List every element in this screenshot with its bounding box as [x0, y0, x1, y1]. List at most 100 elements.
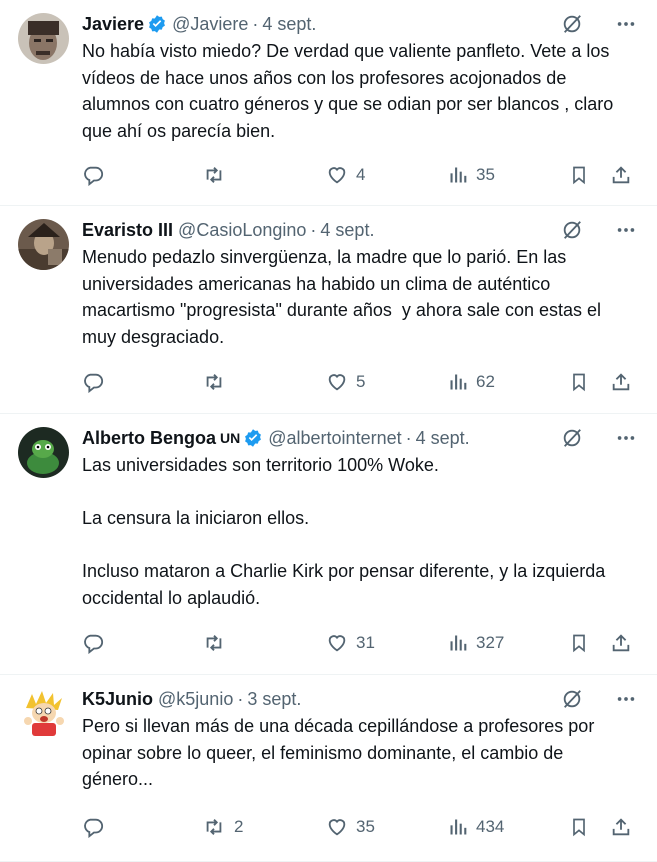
like-button[interactable]: 31: [326, 632, 375, 654]
more-icon[interactable]: [615, 427, 637, 454]
bookmark-icon: [573, 166, 585, 185]
avatar[interactable]: [18, 427, 69, 478]
action-bar: 5 62: [82, 368, 637, 396]
separator-dot: ·: [405, 427, 412, 448]
separator-dot: ·: [252, 13, 259, 34]
bookmark-icon: [573, 634, 585, 653]
reply-icon: [84, 373, 104, 393]
reply-button[interactable]: [82, 164, 112, 186]
user-handle[interactable]: @CasioLongino: [178, 220, 306, 241]
grok-icon[interactable]: [561, 427, 583, 454]
like-count: 35: [356, 817, 375, 836]
like-icon: [328, 167, 346, 184]
bookmark-icon: [573, 373, 585, 392]
grok-icon[interactable]: [561, 688, 583, 715]
display-name[interactable]: Evaristo III: [82, 220, 173, 241]
repost-icon: [206, 819, 222, 835]
more-icon[interactable]: [615, 13, 637, 40]
repost-button[interactable]: [202, 164, 234, 186]
share-icon: [612, 166, 630, 184]
like-icon: [328, 374, 346, 391]
views-count: 62: [476, 372, 495, 391]
tweet-date[interactable]: 4 sept.: [262, 14, 316, 35]
views-button[interactable]: 434: [448, 816, 504, 838]
like-icon: [328, 819, 346, 836]
user-handle[interactable]: @albertointernet: [268, 428, 401, 449]
repost-button[interactable]: [202, 371, 234, 393]
verified-badge-icon: [147, 14, 167, 34]
separator-dot: ·: [310, 219, 317, 240]
views-icon: [450, 819, 467, 835]
like-count: 4: [356, 165, 366, 184]
repost-icon: [206, 167, 222, 183]
like-icon: [328, 635, 346, 652]
repost-icon: [206, 635, 222, 651]
share-button[interactable]: [610, 371, 632, 393]
avatar[interactable]: [18, 219, 69, 270]
separator-dot: ·: [237, 688, 244, 709]
display-name[interactable]: K5Junio: [82, 689, 153, 710]
like-button[interactable]: 4: [326, 164, 365, 186]
share-button[interactable]: [610, 164, 632, 186]
share-icon: [612, 373, 630, 391]
share-button[interactable]: [610, 632, 632, 654]
views-count: 434: [476, 817, 505, 836]
tweet-text: Las universidades son territorio 100% Wo…: [82, 455, 606, 608]
tweet-date[interactable]: 3 sept.: [247, 689, 301, 710]
reply-button[interactable]: [82, 371, 112, 393]
views-button[interactable]: 327: [448, 632, 504, 654]
affiliation-badge[interactable]: UN: [220, 430, 240, 446]
repost-button[interactable]: 2: [202, 816, 243, 838]
like-button[interactable]: 35: [326, 816, 375, 838]
tweet-text: Menudo pedazlo sinvergüenza, la madre qu…: [82, 247, 607, 347]
action-bar: 2 35 434: [82, 813, 637, 841]
reply-icon: [84, 818, 104, 838]
tweet[interactable]: K5Junio @k5junio · 3 sept. Pero si lleva…: [0, 675, 657, 862]
share-button[interactable]: [610, 816, 632, 838]
views-icon: [450, 167, 467, 183]
bookmark-icon: [573, 818, 585, 837]
bookmark-button[interactable]: [569, 632, 589, 654]
bookmark-button[interactable]: [569, 816, 589, 838]
action-bar: 31 327: [82, 629, 637, 657]
views-count: 35: [476, 165, 495, 184]
like-count: 31: [356, 633, 375, 652]
tweet-text: Pero si llevan más de una década cepillá…: [82, 716, 600, 789]
views-icon: [450, 374, 467, 390]
tweet[interactable]: Evaristo III @CasioLongino · 4 sept. Men…: [0, 206, 657, 414]
avatar[interactable]: [18, 13, 69, 64]
tweet-text: No había visto miedo? De verdad que vali…: [82, 41, 619, 141]
grok-icon[interactable]: [561, 13, 583, 40]
tweet-date[interactable]: 4 sept.: [320, 220, 374, 241]
views-button[interactable]: 62: [448, 371, 495, 393]
bookmark-button[interactable]: [569, 371, 589, 393]
display-name[interactable]: Alberto Bengoa: [82, 428, 216, 449]
like-button[interactable]: 5: [326, 371, 365, 393]
reply-button[interactable]: [82, 632, 112, 654]
tweet[interactable]: Javiere @Javiere · 4 sept. No había vist…: [0, 0, 657, 206]
tweet[interactable]: Alberto Bengoa UN @albertointernet · 4 s…: [0, 414, 657, 675]
more-icon[interactable]: [615, 688, 637, 715]
share-icon: [612, 818, 630, 836]
display-name[interactable]: Javiere: [82, 14, 144, 35]
more-icon[interactable]: [615, 219, 637, 246]
user-handle[interactable]: @k5junio: [158, 689, 233, 710]
repost-icon: [206, 374, 222, 390]
share-icon: [612, 634, 630, 652]
action-bar: 4 35: [82, 161, 637, 189]
verified-badge-icon: [243, 428, 263, 448]
bookmark-button[interactable]: [569, 164, 589, 186]
avatar[interactable]: [18, 688, 69, 739]
repost-count: 2: [234, 817, 244, 836]
views-icon: [450, 635, 467, 651]
reply-icon: [84, 634, 104, 654]
repost-button[interactable]: [202, 632, 234, 654]
grok-icon[interactable]: [561, 219, 583, 246]
user-handle[interactable]: @Javiere: [172, 14, 248, 35]
tweet-date[interactable]: 4 sept.: [416, 428, 470, 449]
reply-button[interactable]: [82, 816, 112, 838]
reply-icon: [84, 166, 104, 186]
reply-feed: Javiere @Javiere · 4 sept. No había vist…: [0, 0, 657, 862]
views-button[interactable]: 35: [448, 164, 495, 186]
like-count: 5: [356, 372, 366, 391]
